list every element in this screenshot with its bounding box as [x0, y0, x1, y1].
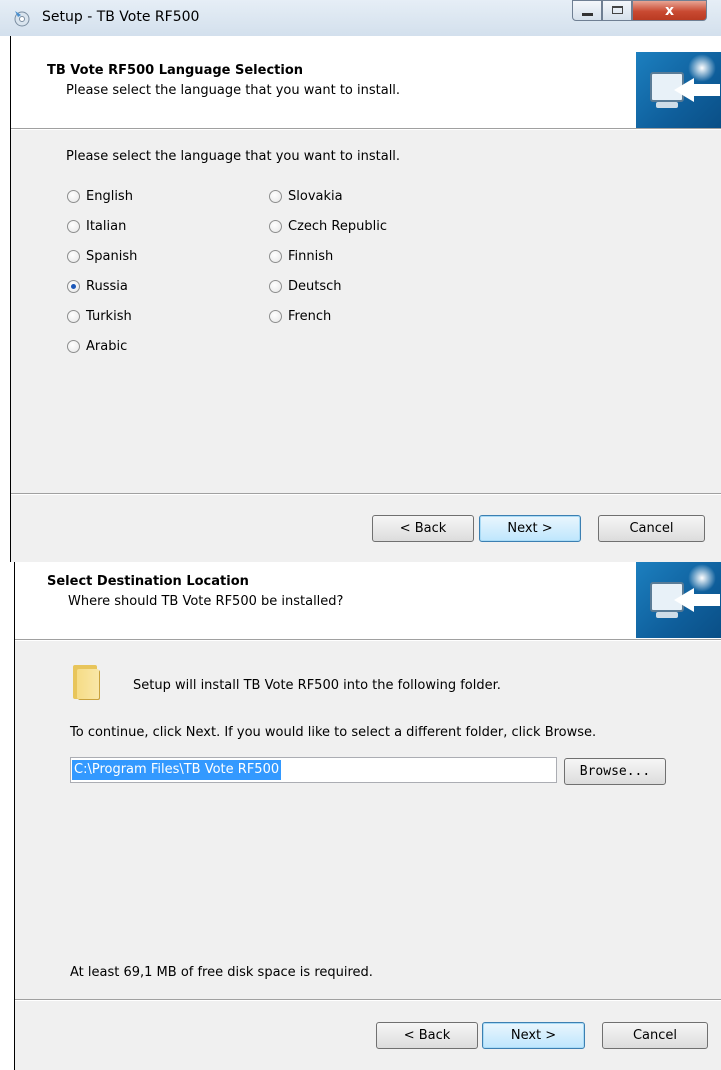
back-button[interactable]: < Back: [376, 1022, 478, 1049]
radio-finnish[interactable]: Finnish: [269, 246, 333, 266]
language-body: Please select the language that you want…: [10, 130, 721, 493]
radio-arabic[interactable]: Arabic: [67, 336, 127, 356]
radio-slovakia[interactable]: Slovakia: [269, 186, 343, 206]
radio-button[interactable]: [269, 279, 282, 293]
cancel-button[interactable]: Cancel: [602, 1022, 708, 1049]
maximize-icon: [612, 6, 623, 14]
radio-button[interactable]: [269, 309, 282, 323]
wizard-header: Select Destination Location Where should…: [14, 562, 721, 639]
window-border: [10, 36, 11, 562]
language-prompt: Please select the language that you want…: [66, 149, 401, 164]
destination-path-input[interactable]: C:\Program Files\TB Vote RF500: [70, 757, 557, 783]
setup-computer-icon: [636, 562, 721, 638]
browse-button[interactable]: Browse...: [564, 758, 666, 785]
close-button[interactable]: x: [632, 0, 707, 21]
radio-label: Spanish: [86, 248, 138, 264]
wizard-header: TB Vote RF500 Language Selection Please …: [10, 36, 721, 128]
radio-button[interactable]: [67, 219, 80, 233]
title-bar[interactable]: Setup - TB Vote RF500 x: [0, 0, 721, 36]
radio-button[interactable]: [269, 189, 282, 203]
radio-button[interactable]: [67, 309, 80, 323]
header-title: TB Vote RF500 Language Selection: [47, 63, 304, 78]
minimize-icon: [582, 13, 593, 16]
radio-button[interactable]: [269, 249, 282, 263]
next-button[interactable]: Next >: [482, 1022, 585, 1049]
destination-path-value: C:\Program Files\TB Vote RF500: [72, 760, 282, 780]
radio-italian[interactable]: Italian: [67, 216, 126, 236]
radio-label: Russia: [86, 278, 128, 294]
radio-button[interactable]: [67, 249, 80, 263]
radio-label: Finnish: [288, 248, 334, 264]
radio-label: Czech Republic: [288, 218, 387, 234]
radio-label: Deutsch: [288, 278, 342, 294]
radio-spanish[interactable]: Spanish: [67, 246, 137, 266]
button-bar: < Back Next > Cancel: [14, 1001, 721, 1070]
destination-body: Setup will install TB Vote RF500 into th…: [14, 641, 721, 999]
destination-instruction: To continue, click Next. If you would li…: [70, 725, 597, 740]
next-button[interactable]: Next >: [479, 515, 581, 542]
header-title: Select Destination Location: [47, 574, 249, 589]
radio-russia[interactable]: Russia: [67, 276, 128, 296]
radio-french[interactable]: French: [269, 306, 331, 326]
radio-label: Turkish: [86, 308, 132, 324]
radio-english[interactable]: English: [67, 186, 133, 206]
radio-deutsch[interactable]: Deutsch: [269, 276, 342, 296]
back-button[interactable]: < Back: [372, 515, 474, 542]
folder-icon: [73, 665, 103, 699]
destination-info: Setup will install TB Vote RF500 into th…: [133, 678, 501, 693]
radio-label: French: [288, 308, 332, 324]
language-selection-window: Setup - TB Vote RF500 x TB Vote RF500 La…: [0, 0, 721, 562]
cancel-button[interactable]: Cancel: [598, 515, 705, 542]
setup-computer-icon: [636, 52, 721, 128]
header-subtitle: Where should TB Vote RF500 be installed?: [68, 594, 344, 609]
radio-button[interactable]: [67, 189, 80, 203]
radio-czech-republic[interactable]: Czech Republic: [269, 216, 387, 236]
radio-label: Slovakia: [288, 188, 343, 204]
radio-label: English: [86, 188, 133, 204]
radio-turkish[interactable]: Turkish: [67, 306, 132, 326]
radio-label: Arabic: [86, 338, 128, 354]
radio-label: Italian: [86, 218, 127, 234]
minimize-button[interactable]: [572, 0, 602, 21]
radio-button-selected[interactable]: [67, 279, 80, 293]
maximize-button[interactable]: [602, 0, 632, 21]
destination-location-window: Select Destination Location Where should…: [0, 562, 721, 1070]
window-title: Setup - TB Vote RF500: [42, 9, 200, 25]
window-border: [14, 562, 15, 1070]
disk-space-note: At least 69,1 MB of free disk space is r…: [70, 965, 373, 980]
radio-button[interactable]: [67, 339, 80, 353]
button-bar: < Back Next > Cancel: [10, 495, 721, 562]
setup-app-icon: [14, 11, 30, 27]
radio-button[interactable]: [269, 219, 282, 233]
close-icon: x: [664, 3, 675, 19]
header-subtitle: Please select the language that you want…: [66, 83, 401, 98]
